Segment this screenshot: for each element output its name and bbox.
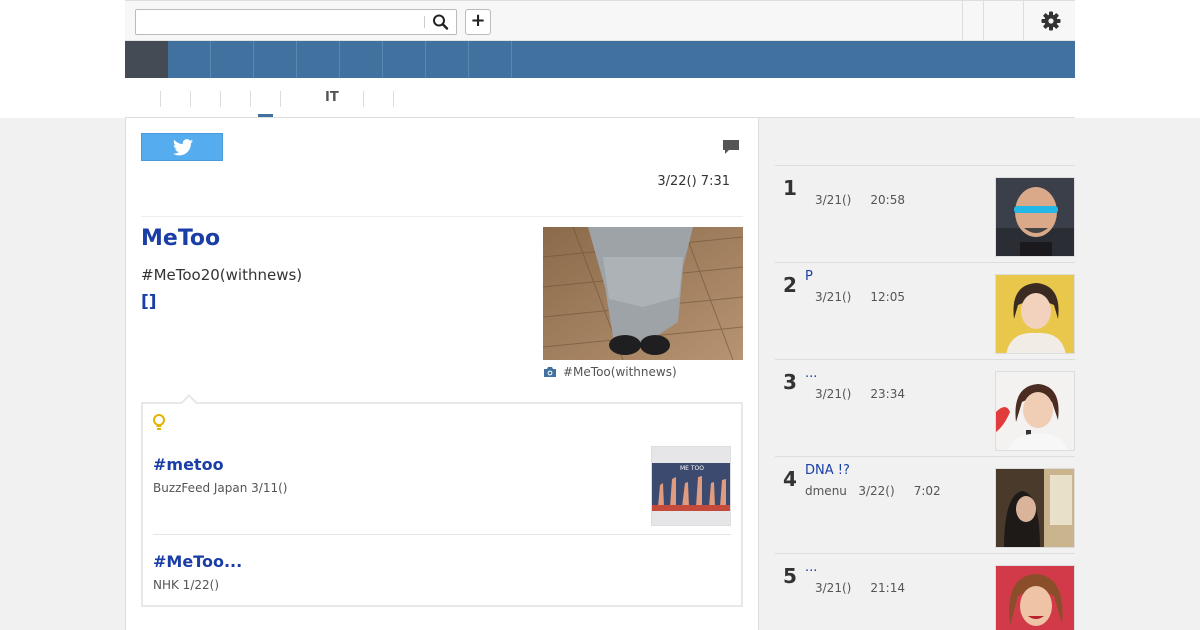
ranking-thumbnail-image [996,372,1074,450]
ranking-thumbnail[interactable] [995,565,1075,630]
subnav-item[interactable] [190,91,220,107]
subnav-item[interactable] [250,91,280,107]
article-photo-image [543,227,743,360]
comment-button[interactable] [722,139,740,156]
subnav-item[interactable] [160,91,190,107]
ranking-item[interactable]: 4 DNA !? dmenu 3/22() 7:02 [775,456,1075,553]
ranking-number: 3 [783,370,797,394]
nav-tab[interactable] [254,41,297,78]
ranking-title[interactable]: DNA !? [805,463,850,478]
related-item-source: NHK 1/22() [153,578,219,592]
nav-tab[interactable] [469,41,512,78]
related-articles: #metoo BuzzFeed Japan 3/11() ME TOO #MeT… [141,394,743,607]
photo-caption: #MeToo(withnews) [543,365,677,381]
search-button[interactable] [430,13,452,31]
nav-tab[interactable] [211,41,254,78]
ranking-meta: 3/21() 20:58 [815,193,905,207]
ranking-item[interactable]: 2 P 3/21() 12:05 [775,262,1075,359]
nav-tab[interactable] [383,41,426,78]
nav-tab[interactable] [340,41,383,78]
subnav-item[interactable] [220,91,250,107]
subnav-item[interactable] [363,91,393,107]
nav-tab-home[interactable] [125,41,168,78]
ranking-number: 4 [783,467,797,491]
ranking-meta: 3/21() 12:05 [815,290,905,304]
subnav-item-it[interactable]: IT [325,90,339,106]
subnav-item[interactable] [280,91,310,107]
ranking-item[interactable]: 3 ... 3/21() 23:34 [775,359,1075,456]
ranking-number: 2 [783,273,797,297]
ranking-meta: dmenu 3/22() 7:02 [805,484,941,498]
category-nav [125,41,1075,78]
camera-icon [543,366,557,381]
article-divider [141,216,743,217]
thumb-text: ME TOO [680,465,704,472]
related-item-title[interactable]: #MeToo... [153,552,242,571]
ranking-title[interactable]: ... [805,560,817,575]
ranking-thumbnail-image [996,566,1074,630]
gear-icon [1041,11,1061,31]
toolbar-divider [983,1,984,41]
ranking-title[interactable]: ... [805,366,817,381]
ranking-meta: 3/21() 21:14 [815,581,905,595]
add-button[interactable]: + [465,9,491,35]
search-input[interactable] [136,10,424,34]
article-date: 3/22() 7:31 [657,174,730,189]
related-item-thumbnail[interactable]: ME TOO [651,446,731,526]
ranking-number: 5 [783,564,797,588]
ranking-thumbnail-image [996,469,1074,547]
ranking-meta: 3/21() 23:34 [815,387,905,401]
twitter-share-button[interactable] [141,133,223,161]
ranking-item[interactable]: 5 ... 3/21() 21:14 [775,553,1075,630]
search-box [135,9,457,35]
lightbulb-icon [152,414,166,436]
toolbar-divider [1023,1,1024,41]
related-item-title[interactable]: #metoo [153,455,224,474]
top-toolbar: + [125,0,1075,41]
ranking-thumbnail[interactable] [995,468,1075,548]
article-summary: #MeToo20(withnews) [141,266,303,284]
related-item-source: BuzzFeed Japan 3/11() [153,481,288,495]
comment-icon [723,140,739,154]
nav-tab[interactable] [426,41,469,78]
ranking-thumbnail-image [996,178,1074,256]
toolbar-divider [962,1,963,41]
related-divider [153,534,731,535]
twitter-icon [173,139,193,156]
ranking-number: 1 [783,176,797,200]
read-more-link[interactable]: [] [141,292,157,312]
article-photo[interactable] [543,227,743,360]
related-thumbnail-image: ME TOO [652,447,730,525]
search-divider [424,16,425,28]
sub-category-nav: IT [125,78,1075,118]
article-title[interactable]: MeToo [141,226,220,251]
search-icon [433,14,449,30]
ranking-title[interactable]: P [805,269,813,284]
nav-tab[interactable] [297,41,340,78]
article-panel: 3/22() 7:31 MeToo #MeToo20(withnews) [] [125,118,759,630]
ranking-thumbnail-image [996,275,1074,353]
ranking-item[interactable]: 1 3/21() 20:58 [775,165,1075,262]
ranking-thumbnail[interactable] [995,371,1075,451]
settings-button[interactable] [1040,10,1062,32]
subnav-item[interactable] [393,91,423,107]
photo-caption-text: #MeToo(withnews) [563,365,677,379]
related-notch [179,394,199,405]
nav-tab[interactable] [168,41,211,78]
ranking-thumbnail[interactable] [995,177,1075,257]
ranking-thumbnail[interactable] [995,274,1075,354]
